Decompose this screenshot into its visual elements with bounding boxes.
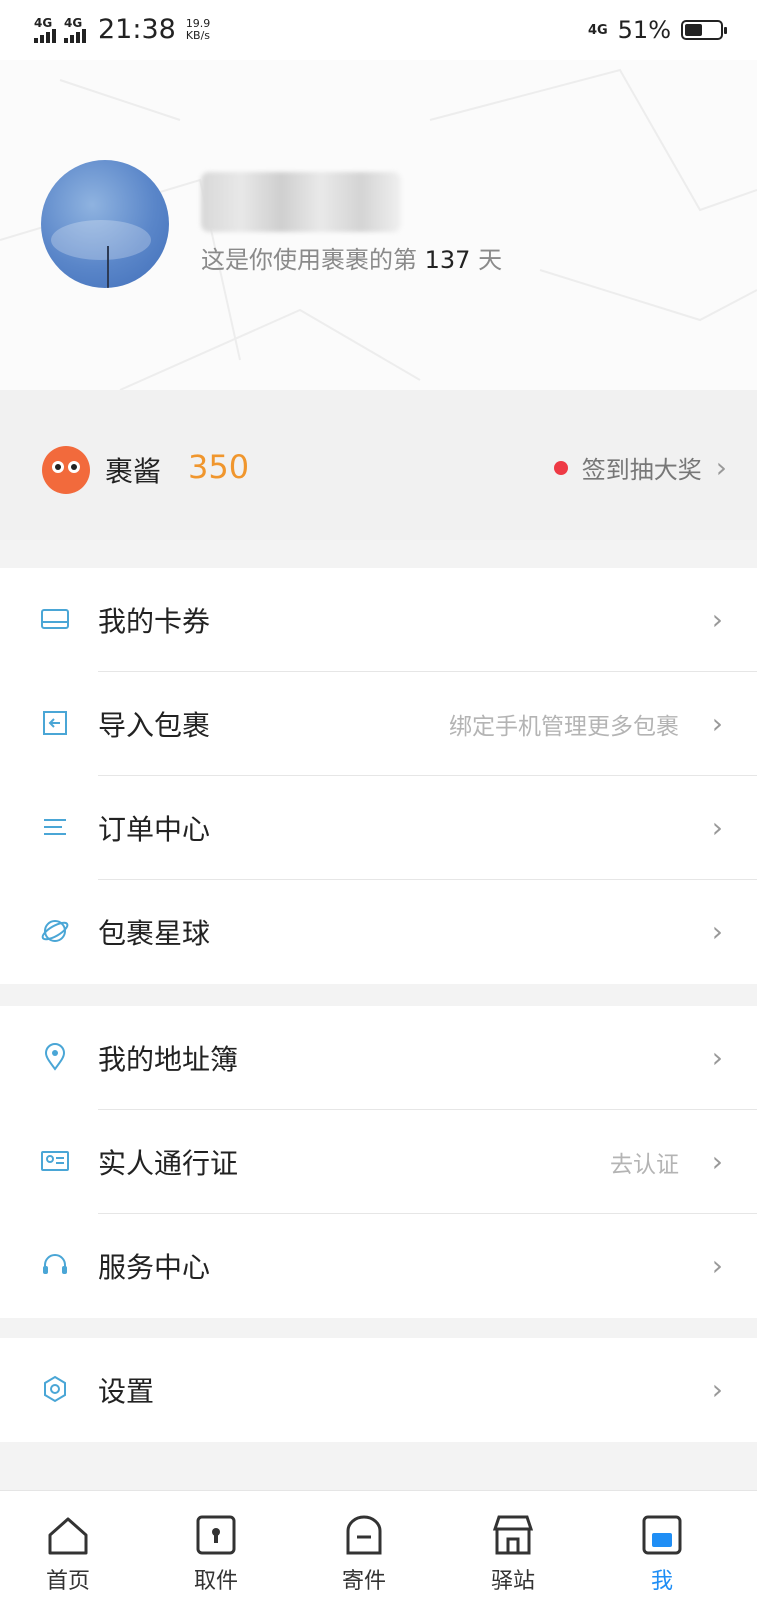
home-icon	[48, 1517, 88, 1555]
menu-hint: 绑定手机管理更多包裹	[449, 714, 679, 740]
usage-days: 这是你使用裹裹的第 137 天	[201, 240, 502, 275]
section-divider	[0, 984, 757, 1006]
coin-value: 350	[188, 448, 250, 486]
tab-me[interactable]: 我	[612, 1491, 712, 1601]
chevron-right-icon: ›	[711, 1249, 723, 1282]
menu-group-3: 设置 ›	[0, 1338, 757, 1442]
speed-value: 19.9	[185, 16, 211, 30]
menu-label: 订单中心	[98, 813, 211, 846]
usage-days-prefix: 这是你使用裹裹的第	[201, 246, 417, 274]
chevron-right-icon: ›	[711, 1373, 723, 1406]
menu-label: 导入包裹	[98, 709, 211, 742]
pickup-icon	[196, 1515, 236, 1555]
chevron-right-icon: ›	[711, 1041, 723, 1074]
chevron-right-icon: ›	[711, 1145, 723, 1178]
location-icon	[44, 1043, 66, 1071]
menu-item-settings[interactable]: 设置 ›	[0, 1338, 757, 1442]
profile-header: 这是你使用裹裹的第 137 天	[0, 60, 757, 390]
tab-label: 取件	[193, 1569, 238, 1594]
network-type-right: 4G	[587, 22, 608, 38]
me-icon	[642, 1515, 682, 1555]
username-blurred	[201, 172, 401, 232]
coin-bar[interactable]: 裹酱 350 签到抽大奖 ›	[0, 390, 757, 540]
menu-label: 设置	[98, 1375, 155, 1408]
network-type: 4G	[64, 15, 83, 30]
tab-send[interactable]: 寄件	[314, 1491, 414, 1601]
usage-days-count: 137	[424, 246, 471, 274]
menu-label: 实人通行证	[98, 1147, 239, 1180]
section-divider	[0, 540, 757, 568]
menu-item-package-planet[interactable]: 包裹星球 ›	[0, 880, 757, 984]
list-icon	[44, 819, 66, 835]
menu-item-service-center[interactable]: 服务中心 ›	[0, 1214, 757, 1318]
menu-hint: 去认证	[610, 1152, 679, 1178]
chevron-right-icon: ›	[715, 450, 727, 484]
menu-group-1: 我的卡券 › 导入包裹 绑定手机管理更多包裹 › 订单中心 › 包裹星球 ›	[0, 568, 757, 984]
bottom-tab-bar: 首页 取件 寄件 驿站 我	[0, 1490, 757, 1601]
signal-indicator-2: 4G	[64, 17, 86, 43]
tab-label: 首页	[45, 1569, 90, 1594]
settings-icon	[44, 1375, 66, 1403]
network-speed: 19.9 KB/s	[185, 16, 211, 42]
speed-unit: KB/s	[185, 28, 211, 42]
chevron-right-icon: ›	[711, 707, 723, 740]
menu-label: 服务中心	[98, 1251, 211, 1284]
clock: 21:38	[98, 14, 176, 45]
menu-label: 包裹星球	[98, 917, 211, 950]
headset-icon	[43, 1254, 67, 1274]
tab-label: 寄件	[341, 1569, 386, 1594]
coin-name: 裹酱	[105, 455, 162, 488]
chevron-right-icon: ›	[711, 603, 723, 636]
send-icon	[346, 1515, 382, 1555]
id-card-icon	[41, 1151, 69, 1171]
planet-icon	[41, 920, 69, 942]
signal-indicator-1: 4G	[34, 17, 56, 43]
chevron-right-icon: ›	[711, 811, 723, 844]
tab-station[interactable]: 驿站	[463, 1491, 563, 1601]
menu-label: 我的卡券	[98, 605, 211, 638]
station-icon	[492, 1515, 534, 1555]
signin-label: 签到抽大奖	[581, 456, 702, 484]
network-type: 4G	[34, 15, 53, 30]
red-dot-badge	[553, 460, 568, 475]
menu-item-address-book[interactable]: 我的地址簿 ›	[0, 1006, 757, 1110]
avatar[interactable]	[41, 160, 169, 288]
tab-label: 我	[650, 1569, 673, 1594]
import-icon	[43, 711, 67, 735]
section-divider	[0, 1442, 757, 1490]
menu-item-order-center[interactable]: 订单中心 ›	[0, 776, 757, 880]
menu-item-import-package[interactable]: 导入包裹 绑定手机管理更多包裹 ›	[0, 672, 757, 776]
mascot-icon	[42, 446, 90, 494]
tab-pickup[interactable]: 取件	[166, 1491, 266, 1601]
card-icon	[41, 609, 69, 629]
usage-days-suffix: 天	[478, 246, 503, 274]
status-bar: 4G 4G 21:38 19.9 KB/s 4G 51%	[0, 0, 757, 60]
menu-item-coupons[interactable]: 我的卡券 ›	[0, 568, 757, 672]
menu-group-2: 我的地址簿 › 实人通行证 去认证 › 服务中心 ›	[0, 1006, 757, 1318]
battery-percent: 51%	[617, 16, 671, 44]
chevron-right-icon: ›	[711, 915, 723, 948]
menu-label: 我的地址簿	[98, 1043, 239, 1076]
signin-lottery-button[interactable]: 签到抽大奖 ›	[553, 450, 727, 485]
battery-icon	[681, 20, 727, 40]
tab-label: 驿站	[490, 1569, 535, 1594]
section-divider	[0, 1318, 757, 1338]
menu-item-real-name-pass[interactable]: 实人通行证 去认证 ›	[0, 1110, 757, 1214]
tab-home[interactable]: 首页	[18, 1491, 118, 1601]
